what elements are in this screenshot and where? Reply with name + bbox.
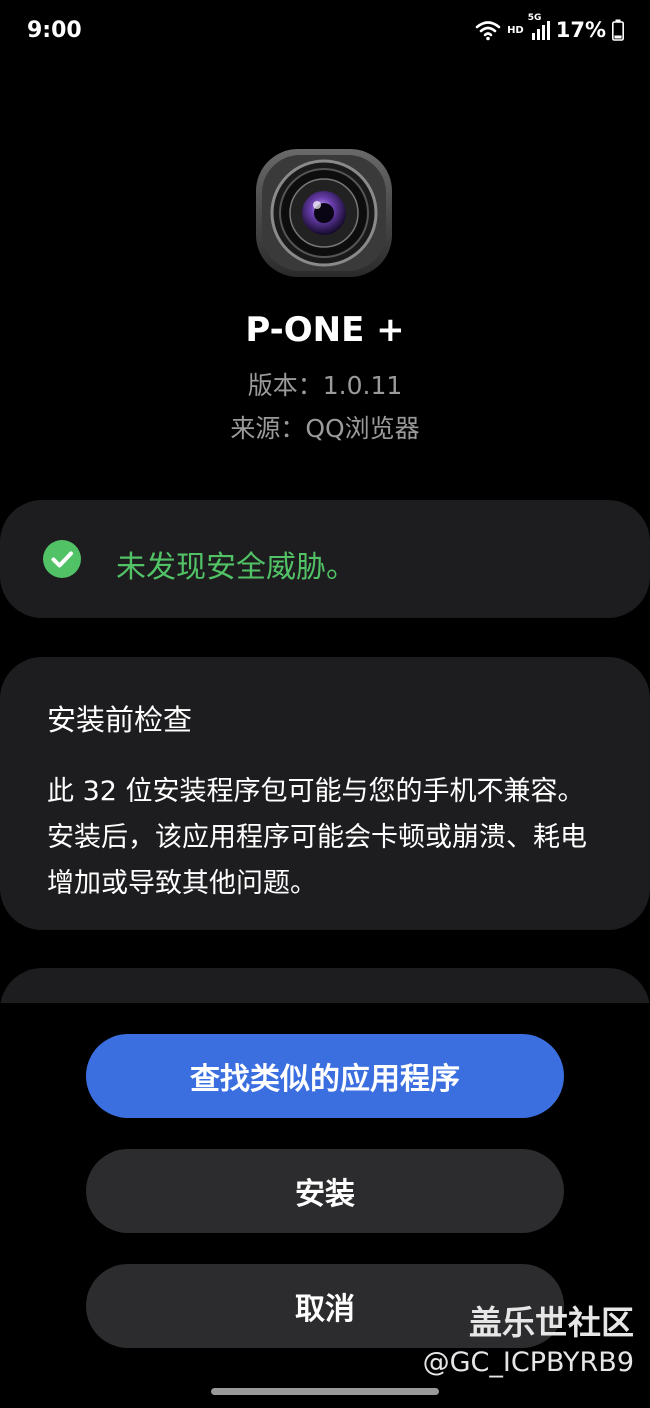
- home-indicator[interactable]: [211, 1388, 439, 1395]
- network-label: 5G: [527, 13, 542, 23]
- precheck-body: 此 32 位安装程序包可能与您的手机不兼容。安装后，该应用程序可能会卡顿或崩溃、…: [47, 776, 587, 899]
- battery-icon: [612, 19, 624, 41]
- status-time: 9:00: [27, 18, 82, 43]
- security-status-card: 未发现安全威胁。: [0, 500, 650, 618]
- status-bar: 9:00 HD 5G 17%: [0, 0, 650, 64]
- app-name: P-ONE +: [245, 310, 405, 350]
- app-version: 版本：1.0.11: [247, 371, 403, 400]
- status-icons: HD 5G 17%: [475, 13, 624, 42]
- watermark-id: @GC_ICPBYRB9: [422, 1347, 634, 1378]
- install-button[interactable]: 安装: [86, 1149, 564, 1233]
- wifi-icon: [475, 19, 501, 41]
- signal-icon: 5G: [528, 13, 550, 41]
- watermark-title: 盖乐世社区: [469, 1303, 634, 1342]
- find-similar-apps-button[interactable]: 查找类似的应用程序: [86, 1034, 564, 1118]
- precheck-title: 安装前检查: [47, 703, 193, 737]
- check-circle-icon: [43, 540, 81, 582]
- camera-lens-icon: [254, 143, 394, 283]
- app-source: 来源：QQ浏览器: [230, 414, 420, 443]
- battery-percentage: 17%: [555, 18, 606, 42]
- hd-label: HD: [507, 24, 524, 36]
- precheck-card: 安装前检查 此 32 位安装程序包可能与您的手机不兼容。安装后，该应用程序可能会…: [0, 657, 650, 930]
- security-message: 未发现安全威胁。: [116, 550, 356, 585]
